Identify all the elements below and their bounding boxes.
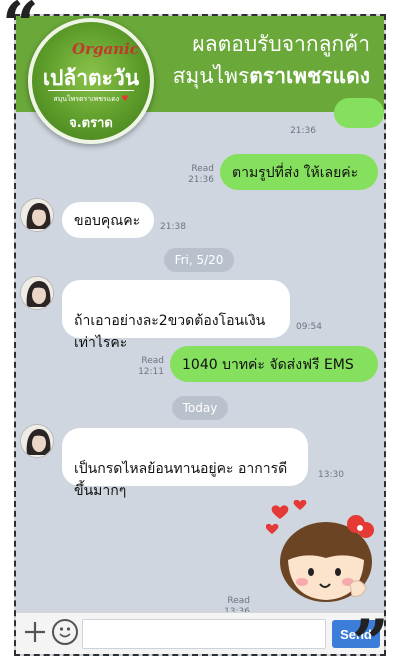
message-bubble-incoming: ขอบคุณคะ [62,202,154,238]
read-receipt: Read 21:36 [188,164,214,185]
heart-icon: ♥ [121,94,129,103]
sticker-image[interactable] [265,499,376,604]
date-separator: Today [172,396,228,420]
message-bubble-incoming: ถ้าเอาอย่างละ2ขวดต้องโอนเงิน เท่าไรคะ [62,280,290,351]
banner-title: ผลตอบรับจากลูกค้า [192,32,370,56]
message-time: 21:36 [290,126,316,136]
message-input[interactable] [82,619,326,649]
contact-avatar[interactable] [20,198,54,232]
message-time: 13:30 [318,470,344,480]
read-receipt: Read 12:11 [138,356,164,377]
logo-organic-text: Organic [72,40,139,58]
logo-province: จ.ตราด [69,116,113,131]
screenshot-frame: ผลตอบรับจากลูกค้า สมุนไพรตราเพชรแดง Orga… [14,14,386,656]
contact-avatar[interactable] [20,424,54,458]
message-bubble-outgoing: 1040 บาทค่ะ จัดส่งฟรี EMS [170,346,378,382]
message-bubble-cut [334,98,384,128]
logo-subtitle: สมุนไพรตราเพชรแดง ♥ [53,94,129,103]
banner-subtitle: สมุนไพรตราเพชรแดง [172,64,370,88]
message-bubble-outgoing: ตามรูปที่ส่ง ให้เลยค่ะ [220,154,378,190]
avatar-portrait-icon [21,199,53,231]
emoji-icon[interactable] [52,619,78,645]
logo-divider [48,90,134,91]
date-separator: Fri, 5/20 [164,248,234,272]
avatar-portrait-icon [21,277,53,309]
message-time: 09:54 [296,322,322,332]
sticker-girl-hearts-icon [265,499,374,602]
open-quote-icon: “ [2,0,39,63]
brand-logo: Organic เปล้าตะวัน สมุนไพรตราเพชรแดง ♥ จ… [28,18,154,144]
message-bubble-incoming: เป็นกรดไหลย้อนทานอยู่คะ อาการดี ขึ้นมากๆ [62,428,308,499]
contact-avatar[interactable] [20,276,54,310]
close-quote-icon: ” [352,606,389,670]
plus-icon[interactable] [20,617,50,647]
chat-area[interactable]: 21:36 Read 21:36 ตามรูปที่ส่ง ให้เลยค่ะ ข… [16,98,384,617]
message-time: 21:38 [160,222,186,232]
avatar-portrait-icon [21,425,53,457]
message-input-bar: Send [16,612,384,654]
